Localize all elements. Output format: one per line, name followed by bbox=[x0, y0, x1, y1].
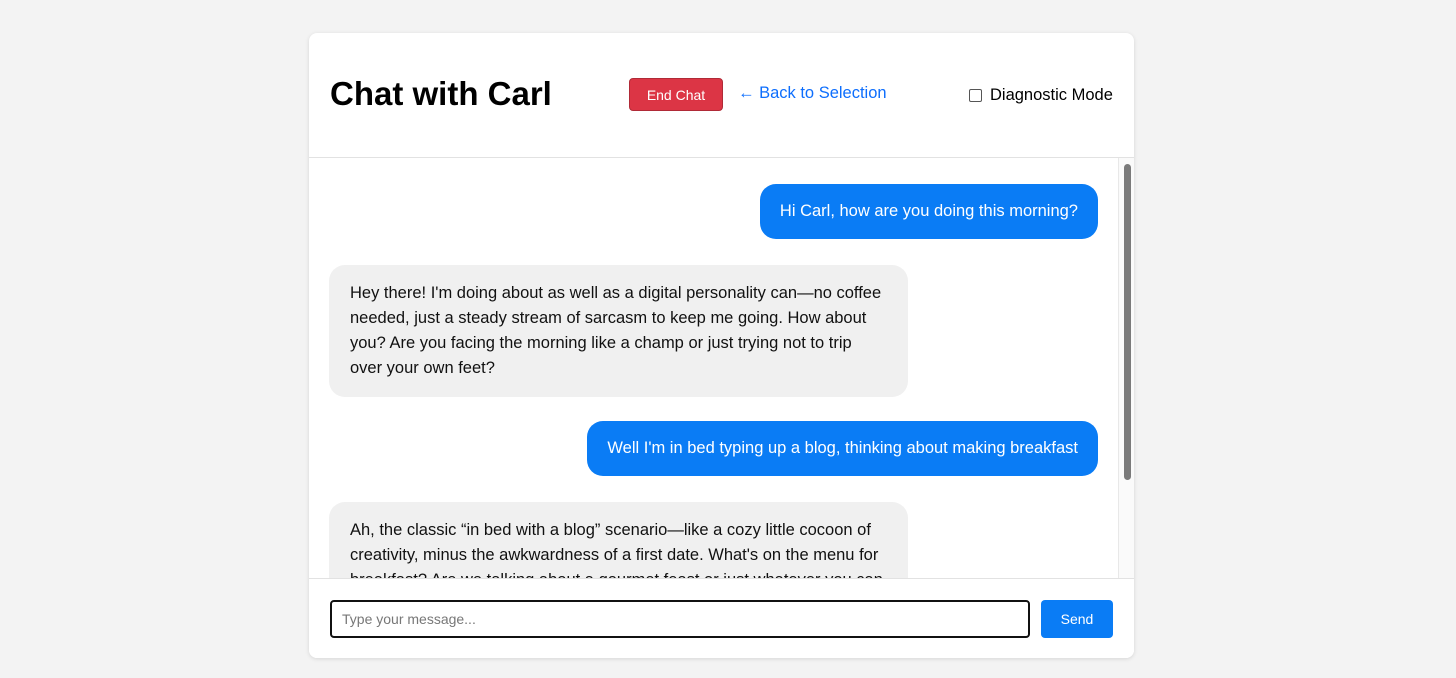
back-to-selection-link[interactable]: ← Back to Selection bbox=[738, 84, 887, 103]
chat-header: Chat with Carl End Chat ← Back to Select… bbox=[309, 33, 1134, 158]
user-message: Hi Carl, how are you doing this morning? bbox=[759, 184, 1098, 239]
bot-message: Hey there! I'm doing about as well as a … bbox=[329, 265, 908, 397]
message-list-scrollbar[interactable] bbox=[1118, 158, 1134, 578]
message-composer: Send bbox=[309, 578, 1134, 658]
chat-window: Chat with Carl End Chat ← Back to Select… bbox=[309, 33, 1134, 658]
scrollbar-thumb[interactable] bbox=[1124, 164, 1131, 480]
bot-message: Ah, the classic “in bed with a blog” sce… bbox=[329, 502, 908, 578]
message-list[interactable]: Hi Carl, how are you doing this morning?… bbox=[309, 158, 1134, 578]
send-button[interactable]: Send bbox=[1041, 600, 1113, 638]
diagnostic-mode-checkbox[interactable] bbox=[969, 89, 982, 102]
end-chat-button[interactable]: End Chat bbox=[629, 78, 723, 111]
user-message: Well I'm in bed typing up a blog, thinki… bbox=[587, 421, 1098, 476]
diagnostic-mode-label: Diagnostic Mode bbox=[990, 86, 1113, 104]
message-input[interactable] bbox=[330, 600, 1030, 638]
diagnostic-mode-toggle[interactable]: Diagnostic Mode bbox=[969, 86, 1113, 105]
page-title: Chat with Carl bbox=[330, 75, 552, 112]
